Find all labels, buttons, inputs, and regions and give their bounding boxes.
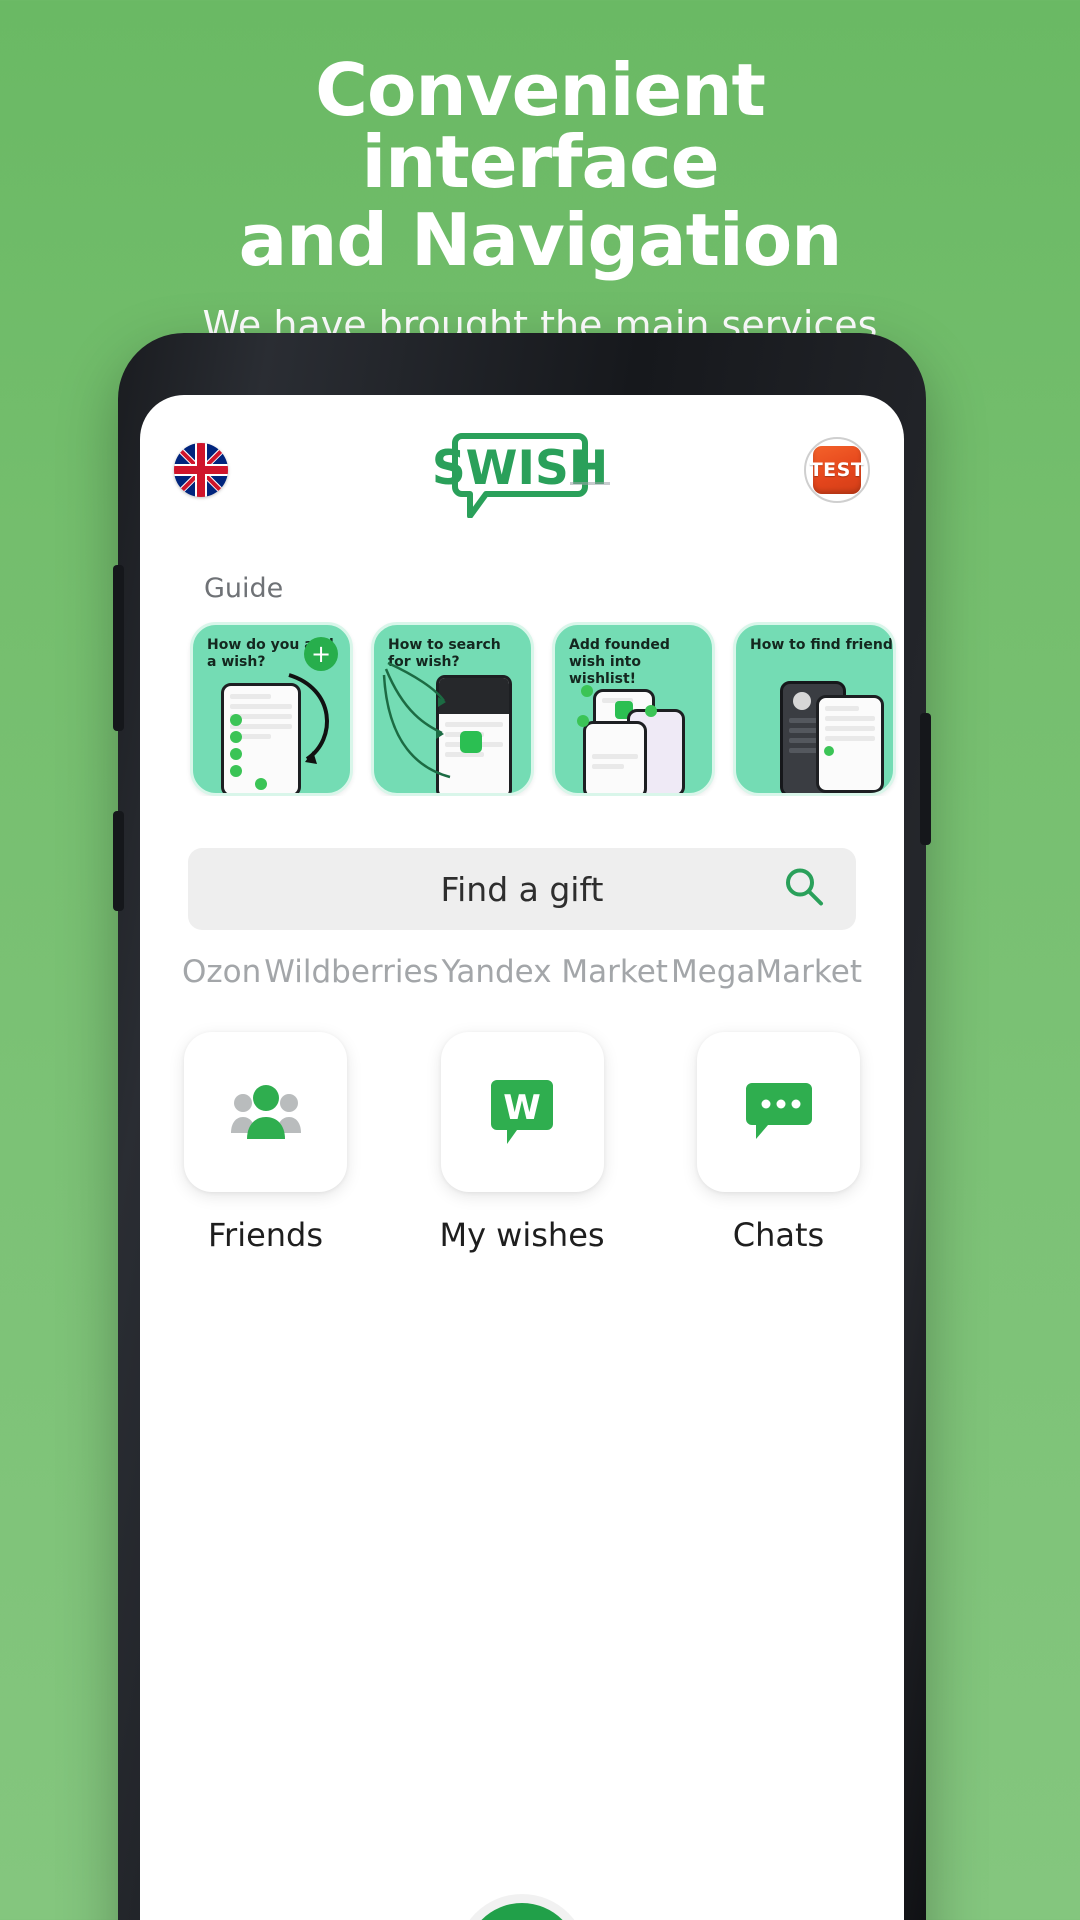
quick-action-my-wishes[interactable]: W My wishes (439, 1032, 605, 1254)
marketplace-link-megamarket[interactable]: MegaMarket (671, 954, 862, 990)
promo-headline-line2: and Navigation (238, 198, 843, 282)
avatar-label: TEST (809, 459, 865, 481)
swish-logo-svg: SWISH (432, 433, 610, 518)
phone-mockup: SWISH TEST Guide How do you add a wish? … (113, 333, 931, 1920)
search-input[interactable]: Find a gift (188, 848, 856, 930)
guide-card[interactable]: How to search for wish? (371, 622, 534, 796)
app-header: SWISH TEST (140, 395, 904, 545)
swish-logo: SWISH (236, 422, 804, 518)
guide-card[interactable]: Add founded wish into wishlist! (552, 622, 715, 796)
people-group-icon (230, 1085, 301, 1139)
svg-text:SWISH: SWISH (432, 441, 608, 496)
guide-illustration (816, 695, 884, 793)
plus-circle-icon: + (304, 637, 338, 671)
add-wish-fab[interactable] (465, 1903, 579, 1920)
friends-label: Friends (207, 1216, 324, 1254)
volume-up-button[interactable] (113, 565, 124, 731)
quick-action-friends[interactable]: Friends (184, 1032, 347, 1254)
volume-down-button[interactable] (113, 811, 124, 911)
uk-flag-icon[interactable] (174, 443, 228, 497)
quick-action-chats[interactable]: Chats (697, 1032, 860, 1254)
search-placeholder: Find a gift (440, 869, 604, 909)
chat-dots-icon (745, 1083, 812, 1139)
guide-card[interactable]: How do you add a wish? + (190, 622, 353, 796)
power-button[interactable] (920, 713, 931, 845)
guide-carousel[interactable]: How do you add a wish? + How to search f… (140, 622, 904, 796)
promo-headline: Convenient interface and Navigation (130, 54, 950, 276)
guide-card-title: Add founded wish into wishlist! (569, 637, 670, 688)
my-wishes-tile[interactable]: W (440, 1032, 604, 1192)
svg-text:W: W (503, 1088, 541, 1128)
phone-screen: SWISH TEST Guide How do you add a wish? … (140, 395, 904, 1920)
avatar[interactable]: TEST (804, 437, 870, 503)
marketplace-link-yandex-market[interactable]: Yandex Market (442, 954, 668, 990)
promo-headline-line1: Convenient interface (315, 48, 766, 204)
w-speech-bubble-icon: W (491, 1080, 553, 1144)
search-marker-icon (460, 731, 482, 753)
quick-actions: Friends W My wishes Chats (184, 1032, 860, 1254)
guide-card[interactable]: How to find friend (733, 622, 896, 796)
search-icon[interactable] (782, 865, 826, 914)
chats-label: Chats (732, 1216, 825, 1254)
curved-arrows-icon (382, 661, 451, 779)
curved-arrow-icon (288, 673, 329, 764)
marketplace-links: Ozon Wildberries Yandex Market MegaMarke… (182, 954, 862, 990)
friends-tile[interactable] (184, 1032, 347, 1192)
marketplace-link-ozon[interactable]: Ozon (182, 954, 261, 990)
chats-tile[interactable] (697, 1032, 860, 1192)
marketplace-link-wildberries[interactable]: Wildberries (264, 954, 438, 990)
guide-card-title: How to find friend (750, 637, 893, 653)
my-wishes-label: My wishes (439, 1216, 605, 1254)
guide-section-title: Guide (204, 573, 284, 604)
guide-illustration (583, 721, 647, 793)
